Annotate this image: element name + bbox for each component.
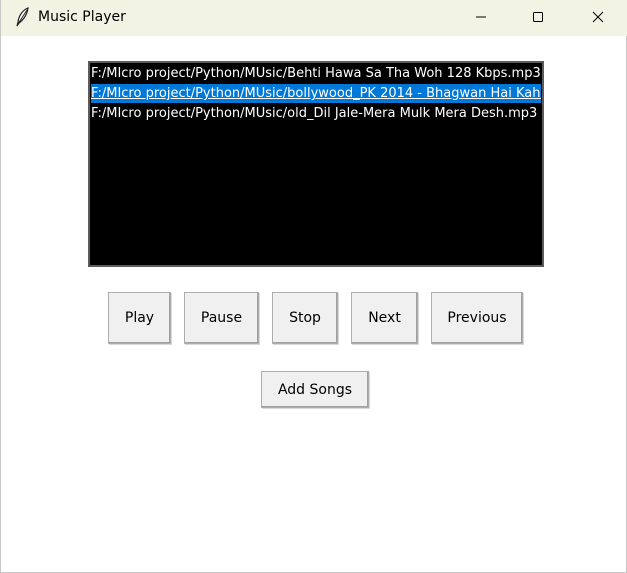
stop-button[interactable]: Stop bbox=[272, 292, 338, 344]
previous-button[interactable]: Previous bbox=[431, 292, 523, 344]
pause-button[interactable]: Pause bbox=[184, 292, 259, 344]
playlist-item[interactable]: F:/MIcro project/Python/MUsic/old_Dil Ja… bbox=[91, 104, 541, 123]
next-button[interactable]: Next bbox=[351, 292, 418, 344]
title-bar[interactable]: Music Player bbox=[1, 0, 627, 36]
maximize-button[interactable] bbox=[515, 0, 561, 34]
minimize-button[interactable] bbox=[458, 0, 504, 34]
window-title: Music Player bbox=[38, 9, 126, 25]
maximize-icon bbox=[532, 8, 544, 27]
playlist-listbox[interactable]: F:/MIcro project/Python/MUsic/Behti Hawa… bbox=[88, 61, 544, 267]
close-icon bbox=[592, 8, 604, 27]
close-button[interactable] bbox=[575, 0, 621, 34]
minimize-icon bbox=[475, 8, 487, 27]
playlist-item-selected[interactable]: F:/MIcro project/Python/MUsic/bollywood_… bbox=[91, 84, 541, 103]
play-button[interactable]: Play bbox=[108, 292, 171, 344]
music-player-window: Music Player F:/MIcro project/Python/MUs… bbox=[0, 0, 627, 573]
playlist-item[interactable]: F:/MIcro project/Python/MUsic/Behti Hawa… bbox=[91, 64, 541, 83]
feather-icon bbox=[14, 7, 32, 27]
add-songs-button[interactable]: Add Songs bbox=[261, 371, 369, 408]
